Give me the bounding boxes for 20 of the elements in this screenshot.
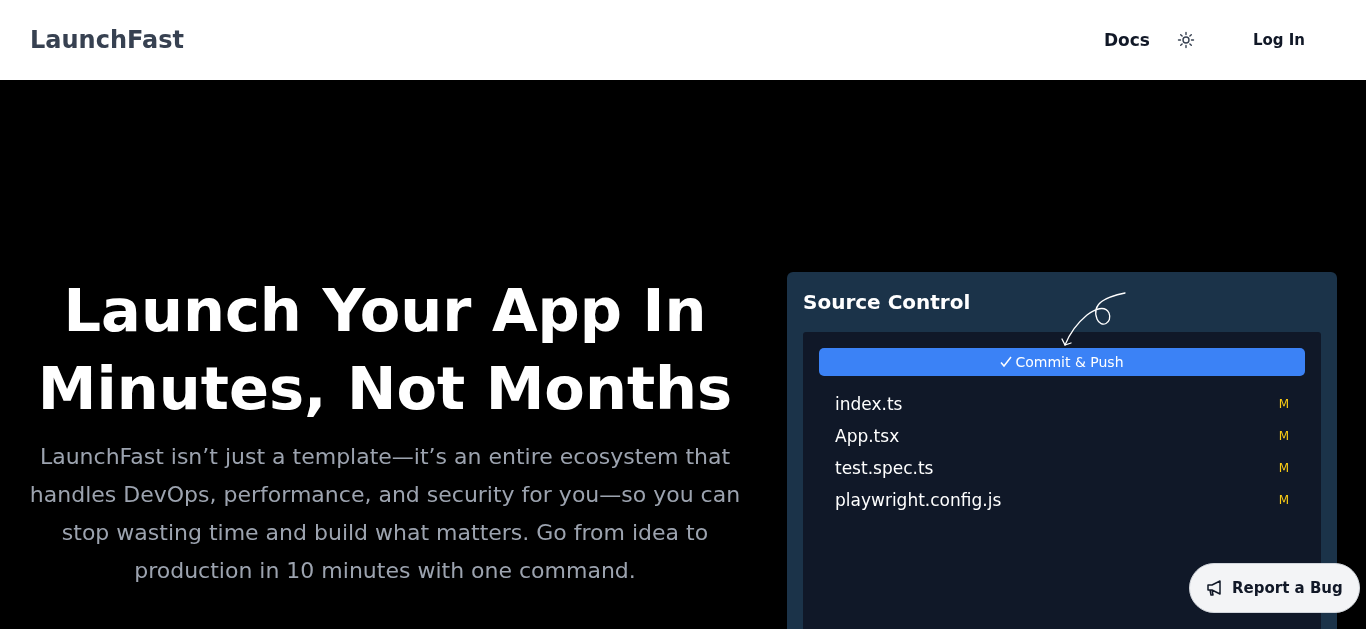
nav-link[interactable]: Docs [1103, 30, 1150, 50]
card-title: Source Control [803, 289, 972, 316]
file-name[interactable]: App.tsx [835, 426, 900, 446]
logo[interactable]: LaunchFast [30, 26, 184, 54]
check-icon [1000, 356, 1013, 368]
megaphone-icon [1206, 579, 1224, 597]
file-name[interactable]: playwright.config.js [835, 490, 1002, 510]
arrow-drawing [1061, 291, 1127, 347]
report-bug-button[interactable]: Report a Bug [1189, 563, 1360, 613]
hero-description: LaunchFast isn’t just a template—it’s an entire ecosystem that handles DevOps, performance, and security for you—so you can stop wasting time and build what matters. Go from idea to production in 10 minutes with one command. [28, 443, 742, 585]
hero-heading: Launch Your App In Minutes, Not Months [36, 275, 734, 425]
sun-icon[interactable] [1176, 31, 1195, 49]
file-status: M [1278, 397, 1289, 411]
file-status: M [1278, 493, 1289, 507]
file-status: M [1278, 429, 1289, 443]
file-name[interactable]: index.ts [835, 394, 903, 414]
file-status: M [1278, 461, 1289, 475]
login-link[interactable]: Log In [1252, 31, 1305, 49]
file-name[interactable]: test.spec.ts [835, 458, 934, 478]
commit-button[interactable]: Commit & Push [819, 348, 1305, 376]
